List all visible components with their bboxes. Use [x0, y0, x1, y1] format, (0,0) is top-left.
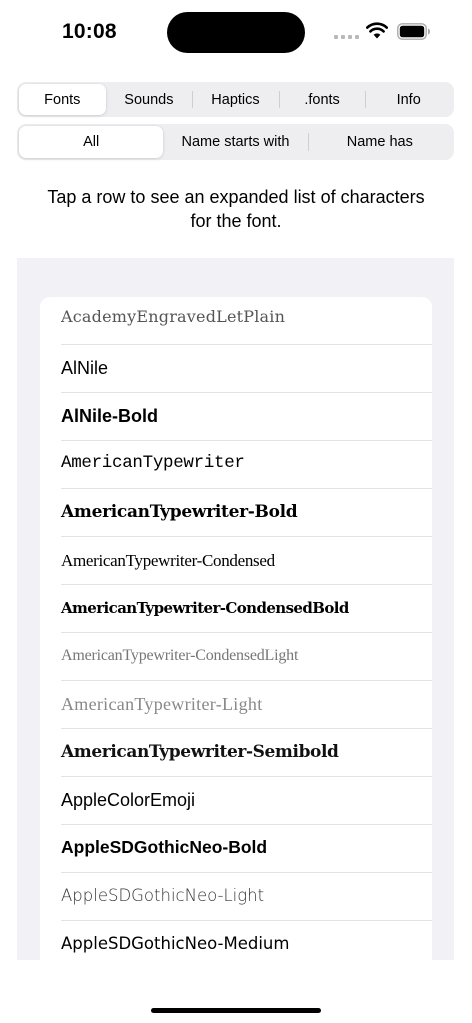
tab-sounds[interactable]: Sounds [106, 84, 193, 115]
list-item[interactable]: AmericanTypewriter-CondensedLight [40, 632, 432, 680]
font-name: AmericanTypewriter-Light [61, 694, 263, 714]
font-name: AlNile-Bold [61, 406, 158, 426]
main-tab-bar: Fonts Sounds Haptics .fonts Info [17, 82, 454, 117]
font-name: AmericanTypewriter-Condensed [61, 550, 275, 570]
list-item[interactable]: AppleSDGothicNeo-Bold [40, 824, 432, 872]
font-name: AmericanTypewriter-Semibold [61, 741, 339, 762]
list-item[interactable]: AmericanTypewriter-Semibold [40, 728, 432, 776]
tab-label: Info [396, 91, 421, 108]
list-item[interactable]: AmericanTypewriter-Bold [40, 488, 432, 536]
tab-fonts[interactable]: Fonts [19, 84, 106, 115]
font-list: AcademyEngravedLetPlain AlNile AlNile-Bo… [40, 297, 432, 960]
font-name: AppleSDGothicNeo-Medium [61, 933, 290, 953]
list-item[interactable]: AlNile-Bold [40, 392, 432, 440]
font-name: AmericanTypewriter-CondensedBold [61, 598, 349, 617]
font-name: AlNile [61, 358, 109, 378]
font-name: AppleSDGothicNeo-Bold [61, 837, 268, 858]
list-item[interactable]: AmericanTypewriter-CondensedBold [40, 584, 432, 632]
filter-label: Name has [346, 134, 413, 150]
font-list-area[interactable]: AcademyEngravedLetPlain AlNile AlNile-Bo… [17, 258, 454, 960]
instruction-text: Tap a row to see an expanded list of cha… [47, 187, 425, 231]
font-name: AmericanTypewriter-CondensedLight [61, 647, 299, 664]
tab-dot-fonts[interactable]: .fonts [278, 84, 366, 115]
font-name: AppleSDGothicNeo-Light [61, 885, 265, 905]
font-name: AppleColorEmoji [61, 790, 196, 810]
list-item[interactable]: AlNile [40, 344, 432, 392]
dynamic-island [167, 12, 305, 53]
tab-label: Haptics [211, 91, 260, 108]
cellular-signal-icon [334, 35, 360, 39]
tab-label: Fonts [44, 91, 81, 108]
tab-info[interactable]: Info [365, 84, 452, 115]
list-item[interactable]: AppleColorEmoji [40, 776, 432, 824]
font-name: AmericanTypewriter-Bold [61, 501, 298, 522]
font-name: AmericanTypewriter [61, 453, 245, 474]
battery-icon [397, 23, 430, 40]
tab-label: .fonts [304, 91, 340, 108]
filter-segmented-control: All Name starts with Name has [17, 124, 454, 160]
status-bar: 10:08 [0, 0, 472, 66]
list-item[interactable]: AmericanTypewriter [40, 440, 432, 488]
home-indicator[interactable] [151, 1008, 321, 1013]
filter-name-has[interactable]: Name has [307, 126, 452, 158]
font-name: AcademyEngravedLetPlain [61, 307, 286, 326]
status-time: 10:08 [62, 20, 117, 43]
wifi-icon [366, 22, 388, 39]
filter-all[interactable]: All [19, 126, 164, 158]
filter-name-starts-with[interactable]: Name starts with [163, 126, 307, 158]
list-item[interactable]: AmericanTypewriter-Light [40, 680, 432, 728]
list-item[interactable]: AcademyEngravedLetPlain [40, 297, 432, 344]
list-item[interactable]: AppleSDGothicNeo-Medium [40, 920, 432, 960]
list-item[interactable]: AmericanTypewriter-Condensed [40, 536, 432, 584]
tab-haptics[interactable]: Haptics [192, 84, 279, 115]
tab-label: Sounds [124, 91, 174, 108]
filter-label: Name starts with [181, 134, 290, 150]
list-item[interactable]: AppleSDGothicNeo-Light [40, 872, 432, 920]
filter-label: All [83, 134, 100, 150]
